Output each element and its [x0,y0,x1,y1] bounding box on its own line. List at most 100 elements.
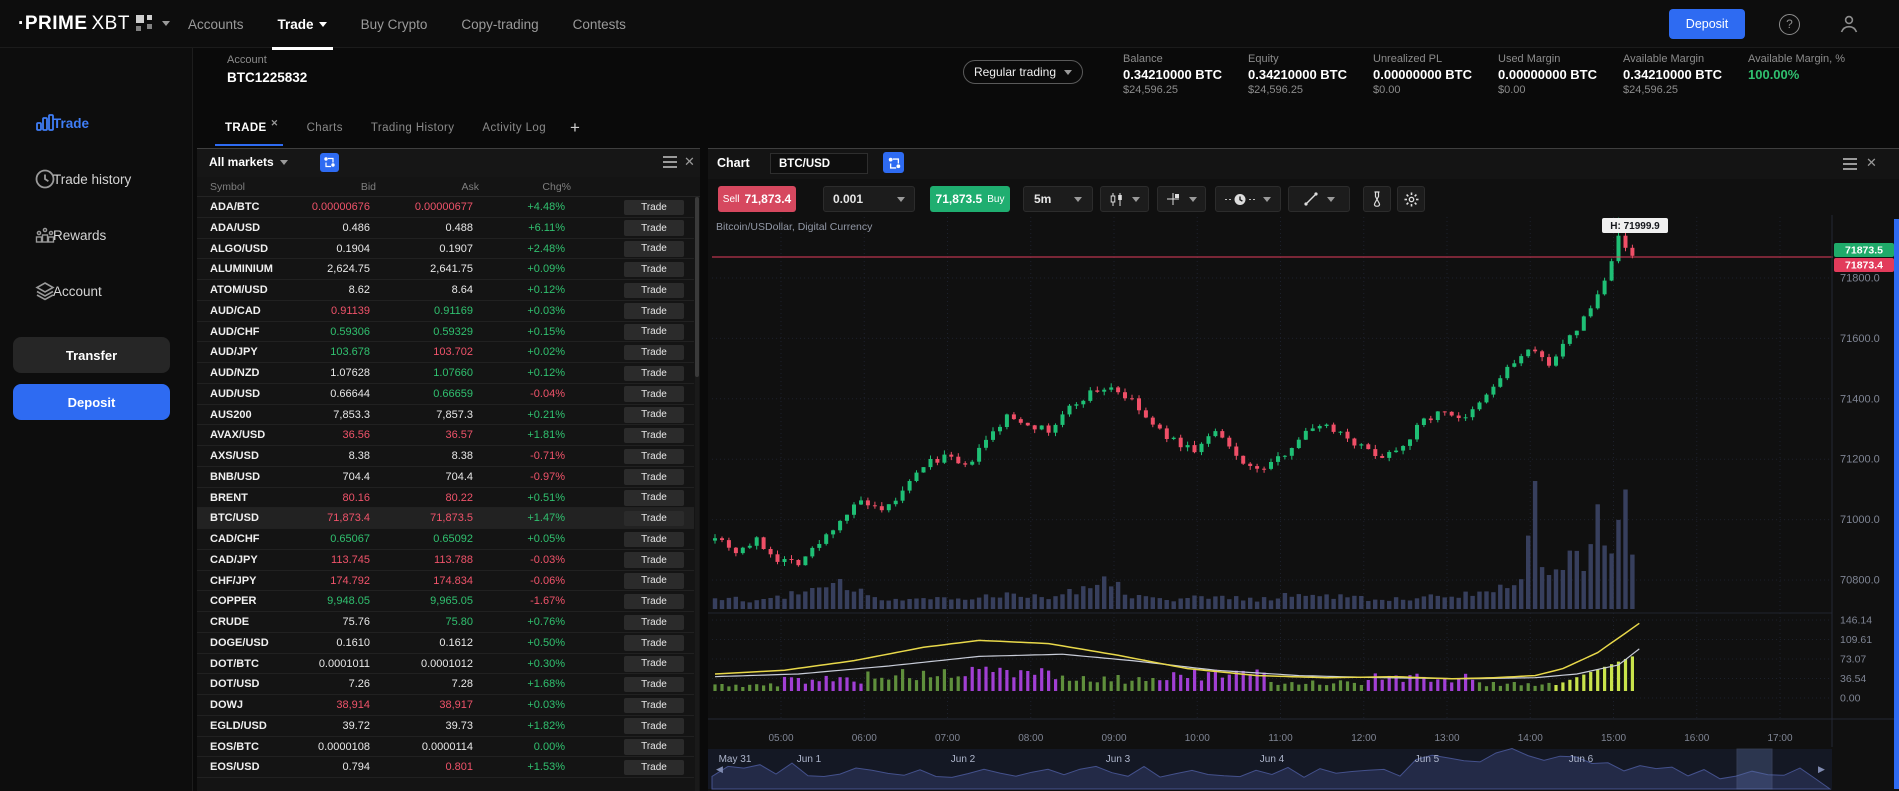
trade-button[interactable]: Trade [624,656,684,672]
deposit-button-sidebar[interactable]: Deposit [13,384,170,420]
tab-charts[interactable]: Charts [307,114,343,146]
trade-button[interactable]: Trade [624,366,684,382]
tab-close-icon[interactable]: ✕ [271,118,279,128]
markets-filter-dropdown[interactable]: All markets [209,155,288,169]
sidebar-item-trade-history[interactable]: Trade history [0,159,193,199]
account-id[interactable]: BTC1225832 [227,70,307,85]
trade-button[interactable]: Trade [624,469,684,485]
trade-button[interactable]: Trade [624,303,684,319]
buy-button[interactable]: 71,873.5 Buy [930,186,1010,212]
chart-symbol-input[interactable] [770,153,868,174]
market-row-avax-usd[interactable]: AVAX/USD36.5636.57+1.81%Trade [197,425,694,446]
col-ask[interactable]: Ask [461,181,479,193]
market-row-aud-jpy[interactable]: AUD/JPY103.678103.702+0.02%Trade [197,342,694,363]
market-row-doge-usd[interactable]: DOGE/USD0.16100.1612+0.50%Trade [197,633,694,654]
markets-close-icon[interactable]: ✕ [684,154,695,170]
apps-grid-icon[interactable] [136,13,172,35]
trade-button[interactable]: Trade [624,552,684,568]
market-row-chf-jpy[interactable]: CHF/JPY174.792174.834-0.06%Trade [197,571,694,592]
markets-scrollbar[interactable] [695,197,699,791]
trade-button[interactable]: Trade [624,324,684,340]
chart-close-icon[interactable]: ✕ [1866,155,1877,171]
tab-activity-log[interactable]: Activity Log [482,114,546,146]
sidebar-item-trade[interactable]: Trade [0,103,193,143]
markets-menu-icon[interactable] [663,156,677,168]
crosshair-dropdown[interactable] [1157,186,1206,212]
market-row-ada-btc[interactable]: ADA/BTC0.000006760.00000677+4.48%Trade [197,197,694,218]
market-row-aud-cad[interactable]: AUD/CAD0.911390.91169+0.03%Trade [197,301,694,322]
market-row-aus200[interactable]: AUS2007,853.37,857.3+0.21%Trade [197,405,694,426]
market-row-axs-usd[interactable]: AXS/USD8.388.38-0.71%Trade [197,446,694,467]
timeframe-dropdown[interactable]: 5m [1023,186,1093,212]
quantity-dropdown[interactable]: 0.001 [823,186,915,212]
col-chg[interactable]: Chg% [542,181,571,193]
trade-button[interactable]: Trade [624,718,684,734]
add-tab-button[interactable]: + [570,118,580,142]
market-row-dot-btc[interactable]: DOT/BTC0.00010110.0001012+0.30%Trade [197,654,694,675]
trade-button[interactable]: Trade [624,635,684,651]
trade-button[interactable]: Trade [624,573,684,589]
market-row-eos-btc[interactable]: EOS/BTC0.00001080.00001140.00%Trade [197,737,694,758]
sell-button[interactable]: Sell 71,873.4 [718,186,796,212]
indicators-button[interactable] [1363,186,1391,212]
market-row-cad-jpy[interactable]: CAD/JPY113.745113.788-0.03%Trade [197,550,694,571]
trade-button[interactable]: Trade [624,760,684,776]
chart-menu-icon[interactable] [1843,158,1857,170]
market-row-btc-usd[interactable]: BTC/USD71,873.471,873.5+1.47%Trade [197,508,694,529]
market-row-crude[interactable]: CRUDE75.7675.80+0.76%Trade [197,612,694,633]
deposit-button-top[interactable]: Deposit [1669,9,1745,39]
trade-button[interactable]: Trade [624,449,684,465]
market-row-bnb-usd[interactable]: BNB/USD704.4704.4-0.97%Trade [197,467,694,488]
chart-type-dropdown[interactable] [1100,186,1149,212]
nav-item-contests[interactable]: Contests [573,0,626,48]
chart-settings-button[interactable] [1397,186,1425,212]
market-row-cad-chf[interactable]: CAD/CHF0.650670.65092+0.05%Trade [197,529,694,550]
market-row-ada-usd[interactable]: ADA/USD0.4860.488+6.11%Trade [197,218,694,239]
trade-button[interactable]: Trade [624,532,684,548]
market-row-algo-usd[interactable]: ALGO/USD0.19040.1907+2.48%Trade [197,239,694,260]
time-sync-dropdown[interactable] [1215,186,1281,212]
price-chart[interactable]: 71800.071600.071400.071200.071000.070800… [708,215,1899,791]
market-row-atom-usd[interactable]: ATOM/USD8.628.64+0.12%Trade [197,280,694,301]
trade-button[interactable]: Trade [624,677,684,693]
nav-item-trade[interactable]: Trade [278,0,327,48]
col-symbol[interactable]: Symbol [210,181,245,193]
trade-button[interactable]: Trade [624,407,684,423]
col-bid[interactable]: Bid [361,181,376,193]
sidebar-item-account[interactable]: Account [0,271,193,311]
trade-button[interactable]: Trade [624,698,684,714]
trade-button[interactable]: Trade [624,615,684,631]
trade-button[interactable]: Trade [624,345,684,361]
tab-trade[interactable]: TRADE✕ [225,114,279,146]
tab-trading-history[interactable]: Trading History [371,114,455,146]
nav-item-accounts[interactable]: Accounts [188,0,244,48]
market-row-aluminium[interactable]: ALUMINIUM2,624.752,641.75+0.09%Trade [197,259,694,280]
trade-button[interactable]: Trade [624,283,684,299]
market-row-aud-chf[interactable]: AUD/CHF0.593060.59329+0.15%Trade [197,322,694,343]
trade-button[interactable]: Trade [624,490,684,506]
market-row-egld-usd[interactable]: EGLD/USD39.7239.73+1.82%Trade [197,716,694,737]
market-row-eos-usd[interactable]: EOS/USD0.7940.801+1.53%Trade [197,757,694,778]
trade-button[interactable]: Trade [624,511,684,527]
sidebar-item-rewards[interactable]: Rewards [0,215,193,255]
nav-item-copy-trading[interactable]: Copy-trading [461,0,538,48]
primexbt-logo[interactable]: ·PRIMEXBT [18,13,130,35]
market-row-dot-usd[interactable]: DOT/USD7.267.28+1.68%Trade [197,674,694,695]
trade-button[interactable]: Trade [624,386,684,402]
trade-button[interactable]: Trade [624,428,684,444]
trading-mode-select[interactable]: Regular trading [963,60,1083,84]
user-icon[interactable] [1838,13,1860,35]
chart-compare-icon[interactable] [883,152,904,173]
compare-symbols-icon[interactable] [320,153,339,172]
trade-button[interactable]: Trade [624,262,684,278]
trade-button[interactable]: Trade [624,594,684,610]
transfer-button[interactable]: Transfer [13,337,170,373]
nav-item-buy-crypto[interactable]: Buy Crypto [361,0,428,48]
market-row-aud-nzd[interactable]: AUD/NZD1.076281.07660+0.12%Trade [197,363,694,384]
trade-button[interactable]: Trade [624,220,684,236]
help-icon[interactable]: ? [1779,14,1800,35]
market-row-copper[interactable]: COPPER9,948.059,965.05-1.67%Trade [197,591,694,612]
trade-button[interactable]: Trade [624,241,684,257]
market-row-brent[interactable]: BRENT80.1680.22+0.51%Trade [197,488,694,509]
drawing-tools-dropdown[interactable] [1288,186,1350,212]
